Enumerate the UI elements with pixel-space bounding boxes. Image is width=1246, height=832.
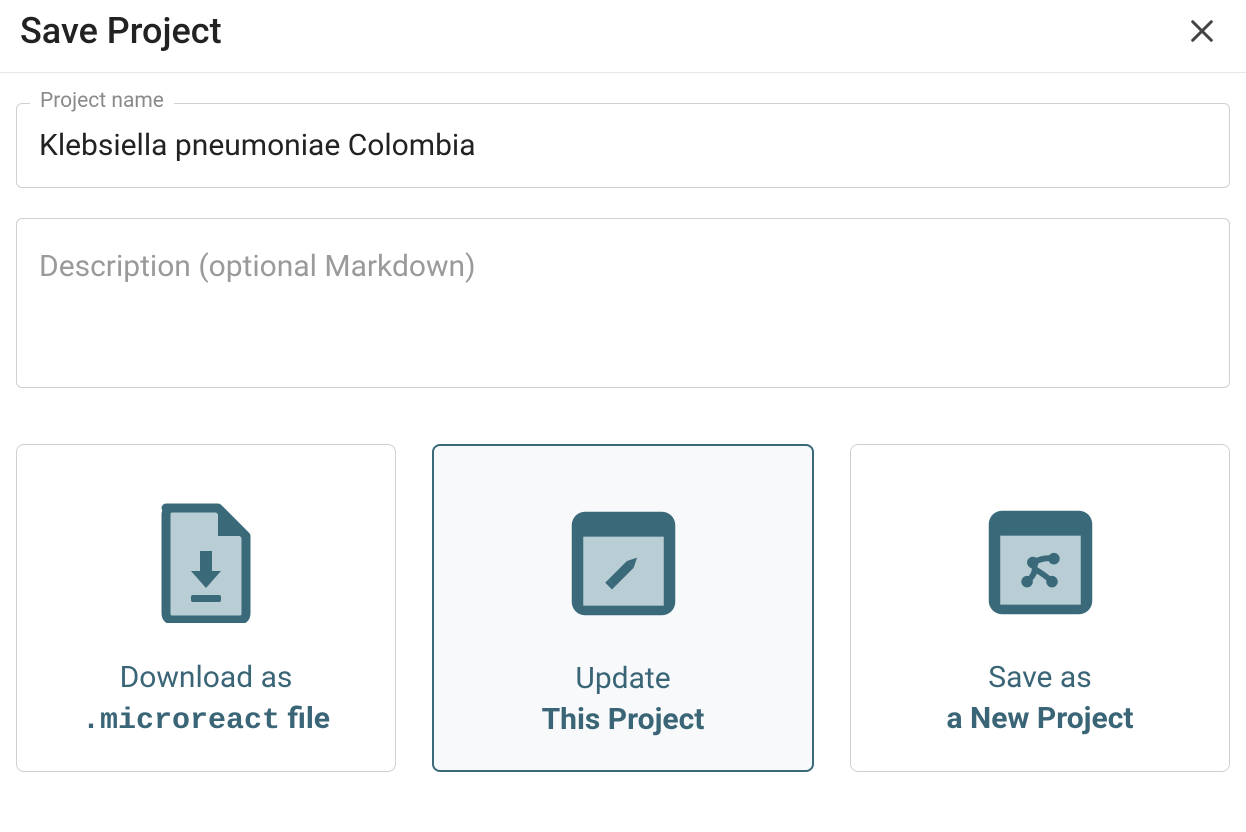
project-name-field-wrapper: Project name — [16, 103, 1230, 188]
download-label-line1: Download as — [120, 658, 293, 699]
dialog-body: Project name Download as — [0, 73, 1246, 792]
action-cards: Download as .microreact file — [16, 444, 1230, 772]
update-label-line2: This Project — [542, 700, 705, 741]
description-input[interactable] — [16, 218, 1230, 388]
close-button[interactable] — [1182, 11, 1222, 51]
update-project-icon — [566, 506, 681, 621]
update-label-line1: Update — [575, 659, 670, 700]
save-new-label-line1: Save as — [988, 658, 1091, 699]
project-name-input[interactable] — [16, 103, 1230, 188]
description-field-wrapper — [16, 218, 1230, 392]
save-new-label-line2: a New Project — [947, 699, 1134, 740]
project-name-label: Project name — [30, 89, 174, 113]
download-file-icon — [149, 505, 264, 620]
close-icon — [1186, 15, 1218, 47]
save-new-project-card[interactable]: Save as a New Project — [850, 444, 1230, 772]
save-project-dialog: Save Project Project name — [0, 0, 1246, 792]
dialog-header: Save Project — [0, 0, 1246, 73]
update-project-card[interactable]: Update This Project — [432, 444, 814, 772]
dialog-title: Save Project — [20, 10, 222, 52]
download-label-line2: .microreact file — [82, 699, 330, 742]
download-file-card[interactable]: Download as .microreact file — [16, 444, 396, 772]
save-new-project-icon — [983, 505, 1098, 620]
